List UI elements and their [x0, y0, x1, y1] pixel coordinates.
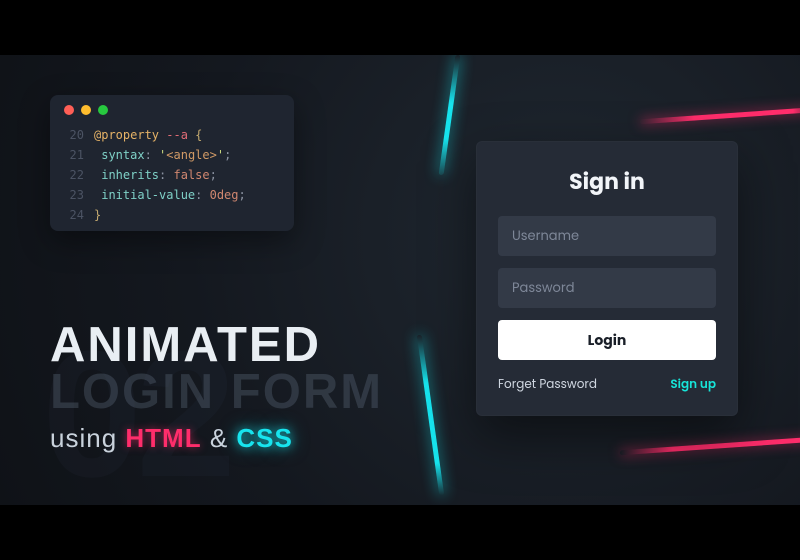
thumbnail-stage: 20@property --a {21 syntax: '<angle>';22… [0, 0, 800, 560]
thumbnail-canvas: 20@property --a {21 syntax: '<angle>';22… [0, 55, 800, 505]
code-block: 20@property --a {21 syntax: '<angle>';22… [64, 125, 280, 225]
code-editor-window: 20@property --a {21 syntax: '<angle>';22… [50, 95, 294, 231]
neon-bar-pink-top [640, 107, 800, 125]
signin-card: Sign in Username Password Login Forget P… [476, 141, 738, 416]
neon-bar-pink-bottom [620, 436, 800, 456]
minimize-icon [81, 105, 91, 115]
forget-password-link[interactable]: Forget Password [498, 376, 597, 394]
login-button-label: Login [588, 330, 627, 351]
password-placeholder: Password [512, 278, 575, 298]
signin-title: Sign in [498, 165, 716, 198]
signin-footer: Forget Password Sign up [498, 376, 716, 394]
headline-using: using [50, 423, 125, 453]
neon-bar-cyan-bottom [417, 335, 444, 495]
signup-link[interactable]: Sign up [670, 376, 716, 394]
headline-html: HTML [125, 423, 201, 453]
headline-line1: ANIMATED [50, 321, 410, 370]
maximize-icon [98, 105, 108, 115]
window-traffic-lights [64, 105, 280, 115]
login-button[interactable]: Login [498, 320, 716, 360]
neon-bar-cyan-top [439, 55, 461, 175]
headline-group: ANIMATED LOGIN FORM using HTML & CSS [50, 321, 410, 454]
headline-amp: & [202, 423, 237, 453]
headline-line3: using HTML & CSS [50, 423, 410, 454]
headline-css: CSS [236, 423, 292, 453]
password-input[interactable]: Password [498, 268, 716, 308]
username-input[interactable]: Username [498, 216, 716, 256]
close-icon [64, 105, 74, 115]
username-placeholder: Username [512, 226, 579, 246]
headline-line2: LOGIN FORM [50, 368, 410, 417]
